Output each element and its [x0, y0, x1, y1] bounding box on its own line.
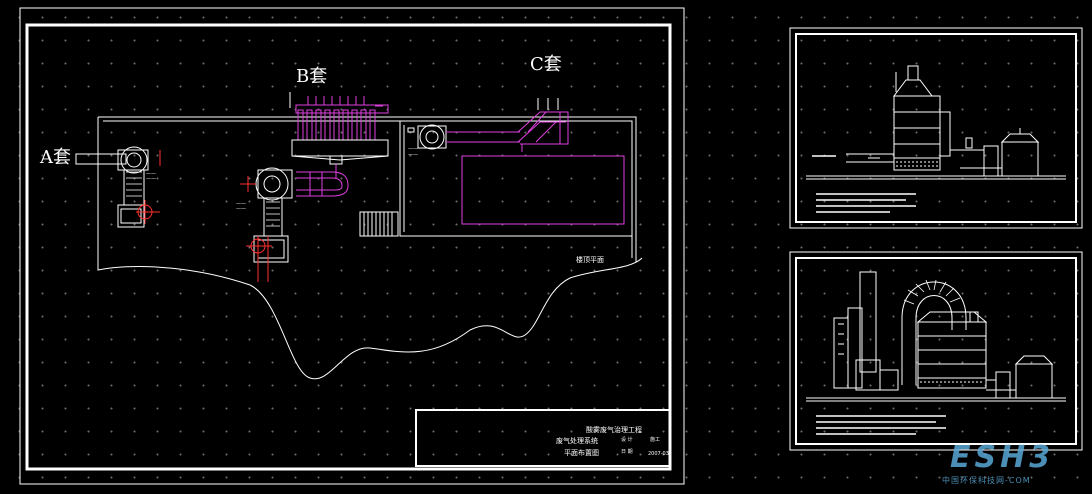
- svg-text:——: ——: [408, 152, 418, 158]
- title-date: 2007-03: [648, 451, 669, 457]
- label-roof-plan: 楼顶平面: [576, 255, 604, 264]
- title-field-2: 施工: [650, 436, 660, 443]
- title-field-1: 设 计: [621, 436, 633, 443]
- title-field-3: 日 期: [621, 449, 633, 455]
- cad-drawing: —— —— —— —— —— —— A套 B套 C套 楼顶平面 酸雾废气治理工程…: [19, 7, 1083, 485]
- set-c-tank-area: [461, 155, 625, 225]
- title-system: 废气处理系统: [556, 436, 598, 445]
- elevation-sheet-bottom: [789, 251, 1083, 451]
- main-sheet-outer-frame: [19, 7, 685, 485]
- title-drawing: 平面布置图: [564, 448, 599, 457]
- label-set-a: A套: [39, 147, 71, 168]
- title-block: 酸雾废气治理工程 废气处理系统 设 计 施工 平面布置图 日 期 2007-03: [415, 409, 671, 467]
- title-project: 酸雾废气治理工程: [586, 425, 642, 434]
- drawing-canvas: —— —— —— —— —— —— A套 B套 C套 楼顶平面 酸雾废气治理工程…: [0, 0, 1092, 494]
- label-set-c: C套: [530, 54, 562, 75]
- watermark-site: 中国环保科技网-COM: [942, 476, 1031, 485]
- svg-text:——: ——: [146, 176, 156, 182]
- set-a-equipment: —— ——: [75, 146, 161, 228]
- svg-text:——: ——: [236, 206, 246, 212]
- label-set-b: B套: [296, 66, 327, 87]
- main-sheet-inner-frame: [25, 23, 672, 471]
- watermark-logo: ESH3: [950, 440, 1055, 475]
- elevation-sheet-top: [789, 27, 1083, 229]
